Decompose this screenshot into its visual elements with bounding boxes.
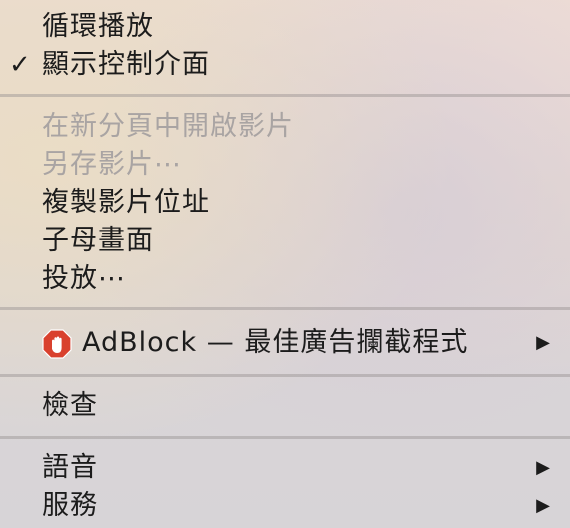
menu-item-label: 檢查	[42, 390, 98, 421]
menu-separator	[0, 307, 570, 310]
menu-item-label: 語音	[42, 452, 98, 483]
checkmark-icon: ✓	[9, 50, 31, 80]
menu-item-picture-in-picture[interactable]: 子母畫面	[0, 222, 570, 260]
submenu-arrow-icon: ▶	[536, 457, 550, 478]
menu-separator	[0, 94, 570, 97]
menu-separator	[0, 436, 570, 439]
menu-item-services[interactable]: 服務 ▶	[0, 487, 570, 525]
adblock-hand-icon	[42, 329, 72, 359]
submenu-arrow-icon: ▶	[536, 332, 550, 353]
menu-item-label: 複製影片位址	[42, 187, 210, 218]
menu-item-label: 顯示控制介面	[42, 49, 210, 80]
menu-item-label: 子母畫面	[42, 225, 154, 256]
menu-item-label: 在新分頁中開啟影片	[42, 111, 294, 142]
menu-item-adblock[interactable]: AdBlock — 最佳廣告攔截程式 ▶	[0, 324, 570, 362]
menu-item-speech[interactable]: 語音 ▶	[0, 449, 570, 487]
menu-item-cast[interactable]: 投放⋯	[0, 260, 570, 298]
menu-item-save-video-as: 另存影片⋯	[0, 146, 570, 184]
menu-item-label: 服務	[42, 490, 98, 521]
context-menu: 循環播放 ✓ 顯示控制介面 在新分頁中開啟影片 另存影片⋯ 複製影片位址 子母畫…	[0, 0, 570, 528]
menu-item-label: 另存影片⋯	[42, 149, 182, 180]
menu-item-label: 循環播放	[42, 11, 154, 42]
menu-item-copy-video-address[interactable]: 複製影片位址	[0, 184, 570, 222]
submenu-arrow-icon: ▶	[536, 495, 550, 516]
menu-item-show-controls[interactable]: ✓ 顯示控制介面	[0, 46, 570, 84]
menu-item-loop[interactable]: 循環播放	[0, 8, 570, 46]
menu-item-inspect[interactable]: 檢查	[0, 387, 570, 425]
menu-separator	[0, 374, 570, 377]
menu-item-open-in-new-tab: 在新分頁中開啟影片	[0, 108, 570, 146]
menu-item-label: 投放⋯	[42, 263, 126, 294]
menu-item-label: AdBlock — 最佳廣告攔截程式	[82, 327, 469, 358]
